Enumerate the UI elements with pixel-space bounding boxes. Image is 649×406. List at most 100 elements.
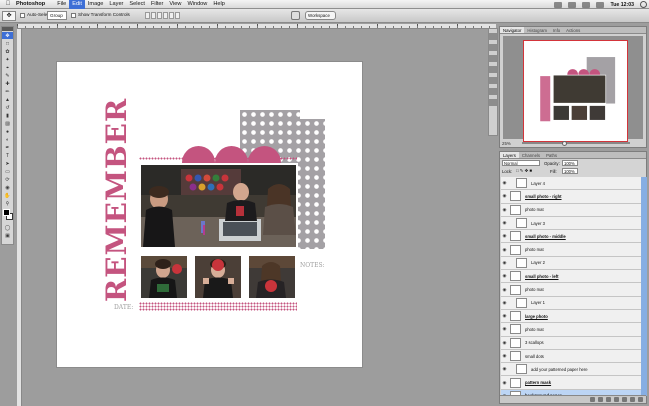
history-brush-icon[interactable]: ↺ — [2, 104, 13, 111]
menu-layer[interactable]: Layer — [106, 0, 126, 9]
layer-row[interactable]: ◉ photo mat — [501, 203, 641, 217]
visibility-eye-icon[interactable]: ◉ — [501, 260, 508, 266]
menu-filter[interactable]: Filter — [148, 0, 166, 9]
history-panel-icon[interactable] — [489, 33, 497, 40]
quick-mask-icon[interactable]: ◯ — [2, 224, 13, 231]
layer-row[interactable]: ◉ photo mat — [501, 283, 641, 297]
new-group-icon[interactable] — [622, 397, 627, 402]
layer-style-icon[interactable] — [598, 397, 603, 402]
visibility-eye-icon[interactable]: ◉ — [501, 353, 508, 359]
wifi-icon[interactable] — [568, 1, 577, 8]
navigator-zoom-slider[interactable] — [522, 142, 630, 144]
tab-navigator[interactable]: Navigator — [500, 27, 525, 33]
blend-mode-dropdown[interactable]: Normal — [502, 160, 540, 166]
visibility-eye-icon[interactable]: ◉ — [501, 180, 508, 186]
add-mask-icon[interactable] — [606, 397, 611, 402]
navigator-preview[interactable] — [503, 36, 643, 142]
layer-row[interactable]: ◉ photo mat — [501, 243, 641, 257]
opacity-field[interactable]: 100% — [562, 160, 578, 166]
gradient-tool-icon[interactable]: ▨ — [2, 120, 13, 127]
hand-tool-icon[interactable]: ✋ — [2, 192, 13, 199]
visibility-eye-icon[interactable]: ◉ — [501, 207, 508, 213]
visibility-eye-icon[interactable]: ◉ — [501, 273, 508, 279]
visibility-eye-icon[interactable]: ◉ — [501, 340, 508, 346]
layer-row[interactable]: ◉ small photo - left — [501, 270, 641, 284]
visibility-eye-icon[interactable]: ◉ — [501, 220, 508, 226]
shape-tool-icon[interactable]: ▭ — [2, 168, 13, 175]
layer-row[interactable]: ◉ Layer 2 — [501, 256, 641, 271]
layer-row[interactable]: ◉ add your patterned paper here — [501, 363, 641, 377]
fill-field[interactable]: 100% — [562, 168, 578, 174]
dodge-tool-icon[interactable]: ◐ — [2, 136, 13, 143]
align-top-button[interactable] — [145, 12, 150, 19]
path-selection-icon[interactable]: ➤ — [2, 160, 13, 167]
pen-tool-icon[interactable]: ✒ — [2, 144, 13, 151]
bluetooth-icon[interactable] — [554, 1, 563, 8]
auto-select-checkbox[interactable] — [20, 13, 25, 18]
workspace-icon[interactable] — [291, 11, 300, 20]
align-right-button[interactable] — [175, 12, 180, 19]
move-tool-icon[interactable]: ✥ — [2, 32, 13, 39]
align-middle-button[interactable] — [151, 12, 156, 19]
eraser-icon[interactable]: ▮ — [2, 112, 13, 119]
align-center-button[interactable] — [169, 12, 174, 19]
move-tool-preset-icon[interactable]: ✥ — [2, 11, 16, 21]
new-layer-icon[interactable] — [630, 397, 635, 402]
clone-stamp-icon[interactable]: ▲ — [2, 96, 13, 103]
menu-view[interactable]: View — [166, 0, 184, 9]
auto-select-dropdown[interactable]: Group — [47, 11, 67, 20]
align-bottom-button[interactable] — [157, 12, 162, 19]
tab-info[interactable]: Info — [550, 27, 563, 33]
menubar-clock[interactable]: Tue 12:03 — [610, 2, 634, 8]
3d-rotate-icon[interactable]: ⟳ — [2, 176, 13, 183]
navigator-view-box[interactable] — [523, 40, 628, 142]
brushes-panel-icon[interactable] — [489, 55, 497, 62]
tool-presets-icon[interactable] — [489, 44, 497, 51]
character-panel-icon[interactable] — [489, 77, 497, 84]
menu-select[interactable]: Select — [126, 0, 148, 9]
delete-layer-icon[interactable] — [638, 397, 643, 402]
visibility-eye-icon[interactable]: ◉ — [501, 313, 508, 319]
spotlight-search-icon[interactable] — [640, 1, 647, 8]
link-layers-icon[interactable] — [590, 397, 595, 402]
visibility-eye-icon[interactable]: ◉ — [501, 366, 508, 372]
transform-controls-checkbox[interactable] — [71, 13, 76, 18]
clone-source-icon[interactable] — [489, 66, 497, 73]
layer-row[interactable]: ◉ large photo — [501, 309, 641, 324]
lock-icons[interactable]: □ ✎ ✥ ■ — [516, 168, 532, 174]
document-canvas[interactable]: REMEMBER DATE: NOTES: — [57, 62, 362, 367]
apple-icon[interactable]:  — [0, 1, 16, 7]
visibility-eye-icon[interactable]: ◉ — [501, 287, 508, 293]
layer-row[interactable]: ◉ Layer 4 — [501, 177, 641, 191]
tab-layers[interactable]: Layers — [500, 152, 519, 158]
visibility-eye-icon[interactable]: ◉ — [501, 326, 508, 332]
adjustment-layer-icon[interactable] — [614, 397, 619, 402]
align-left-button[interactable] — [163, 12, 168, 19]
layers-list[interactable]: ◉ Layer 4 ◉ small photo - right ◉ photo mat ◉ L… — [501, 177, 641, 396]
crop-tool-icon[interactable]: ⌖ — [2, 64, 13, 71]
visibility-eye-icon[interactable]: ◉ — [501, 233, 508, 239]
volume-icon[interactable] — [582, 1, 591, 8]
app-menu[interactable]: Photoshop — [16, 1, 45, 7]
layer-row[interactable]: ◉ small dots — [501, 349, 641, 364]
foreground-color-swatch[interactable] — [3, 209, 10, 216]
layer-row[interactable]: ◉ small photo - right — [501, 190, 641, 204]
healing-brush-icon[interactable]: ✚ — [2, 80, 13, 87]
layer-row[interactable]: ◉ 3 scallops — [501, 336, 641, 350]
zoom-tool-icon[interactable]: ⚲ — [2, 200, 13, 207]
tab-histogram[interactable]: Histogram — [524, 27, 550, 33]
paragraph-panel-icon[interactable] — [489, 88, 497, 95]
screen-mode-icon[interactable]: ▣ — [2, 232, 13, 239]
battery-icon[interactable] — [596, 1, 605, 8]
layer-row[interactable]: ◉ pattern mask — [501, 376, 641, 390]
layer-row[interactable]: ◉ small photo - middle — [501, 230, 641, 244]
menu-edit[interactable]: Edit — [69, 0, 85, 9]
lasso-tool-icon[interactable]: ✿ — [2, 48, 13, 55]
layer-row[interactable]: ◉ photo mat — [501, 323, 641, 337]
type-tool-icon[interactable]: T — [2, 152, 13, 159]
tab-paths[interactable]: Paths — [543, 152, 560, 158]
tab-channels[interactable]: Channels — [519, 152, 543, 158]
tab-actions[interactable]: Actions — [563, 27, 583, 33]
marquee-tool-icon[interactable]: □ — [2, 40, 13, 47]
tools-panel-header[interactable] — [2, 27, 13, 31]
